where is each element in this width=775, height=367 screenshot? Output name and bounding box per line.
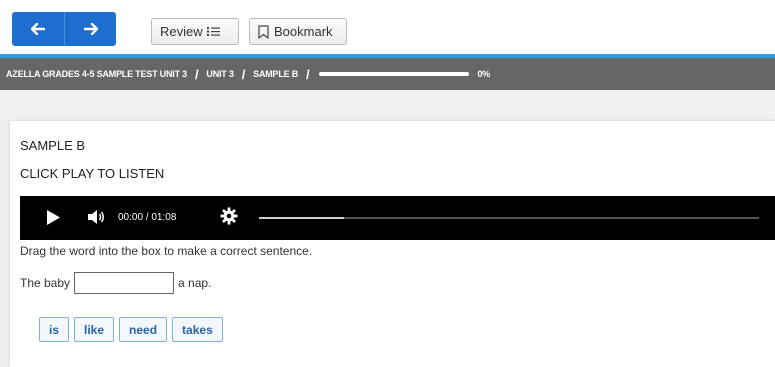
- audio-time: 00:00 / 01:08: [118, 212, 177, 223]
- list-icon: [206, 27, 220, 36]
- word-chip-like[interactable]: like: [74, 317, 115, 342]
- review-label: Review: [160, 24, 203, 39]
- breadcrumb-separator: /: [306, 66, 310, 82]
- bookmark-label: Bookmark: [274, 24, 333, 39]
- instruction-text: Drag the word into the box to make a cor…: [20, 244, 313, 258]
- settings-button[interactable]: [220, 207, 238, 230]
- breadcrumb: AZELLA GRADES 4-5 SAMPLE TEST UNIT 3 / U…: [0, 58, 775, 90]
- breadcrumb-test[interactable]: AZELLA GRADES 4-5 SAMPLE TEST UNIT 3: [6, 69, 187, 79]
- sentence-start: The baby: [20, 276, 71, 290]
- bookmark-button[interactable]: Bookmark: [249, 18, 347, 45]
- gear-icon: [220, 207, 238, 225]
- word-chip-is[interactable]: is: [39, 317, 70, 342]
- word-chip-takes[interactable]: takes: [172, 317, 223, 342]
- breadcrumb-unit[interactable]: UNIT 3: [206, 69, 234, 79]
- breadcrumb-separator: /: [241, 66, 246, 82]
- volume-icon: [88, 210, 104, 224]
- progress-label: 0%: [477, 69, 491, 79]
- arrow-right-icon: [83, 23, 98, 35]
- review-button[interactable]: Review: [151, 18, 239, 45]
- back-button[interactable]: [12, 12, 64, 46]
- bookmark-icon: [258, 24, 269, 39]
- question-prompt: CLICK PLAY TO LISTEN: [20, 166, 165, 181]
- arrow-left-icon: [31, 23, 45, 35]
- word-chip-need[interactable]: need: [119, 317, 168, 342]
- play-button[interactable]: [47, 210, 60, 230]
- audio-buffer: [259, 217, 344, 219]
- audio-seek-bar[interactable]: [259, 217, 759, 219]
- navigation-buttons: [12, 12, 116, 46]
- volume-button[interactable]: [88, 209, 106, 230]
- top-toolbar: Review Bookmark: [0, 0, 775, 54]
- word-bank: is like need takes: [39, 317, 228, 342]
- sentence: The baby a nap.: [20, 272, 211, 294]
- breadcrumb-separator: /: [194, 66, 199, 82]
- forward-button[interactable]: [64, 12, 116, 46]
- question-title: SAMPLE B: [20, 138, 86, 153]
- audio-player: 00:00 / 01:08: [20, 196, 775, 240]
- answer-drop-box[interactable]: [74, 272, 175, 294]
- progress-bar: [319, 72, 470, 76]
- play-icon: [47, 210, 60, 225]
- breadcrumb-item: SAMPLE B: [253, 69, 299, 79]
- sentence-end: a nap.: [178, 276, 212, 290]
